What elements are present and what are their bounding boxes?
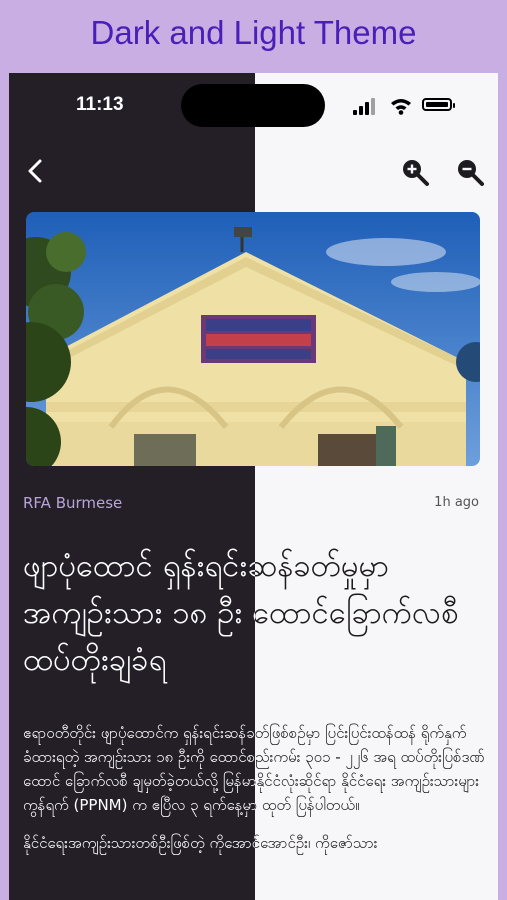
promo-title: Dark and Light Theme (90, 14, 417, 51)
article-source[interactable]: RFA Burmese (23, 494, 122, 512)
phone-screen: 11:13 RFA Burmese 1h ago ဖျာပုံထောင် ရှန… (9, 73, 498, 900)
article-time-ago-light: 1h ago (434, 495, 479, 510)
